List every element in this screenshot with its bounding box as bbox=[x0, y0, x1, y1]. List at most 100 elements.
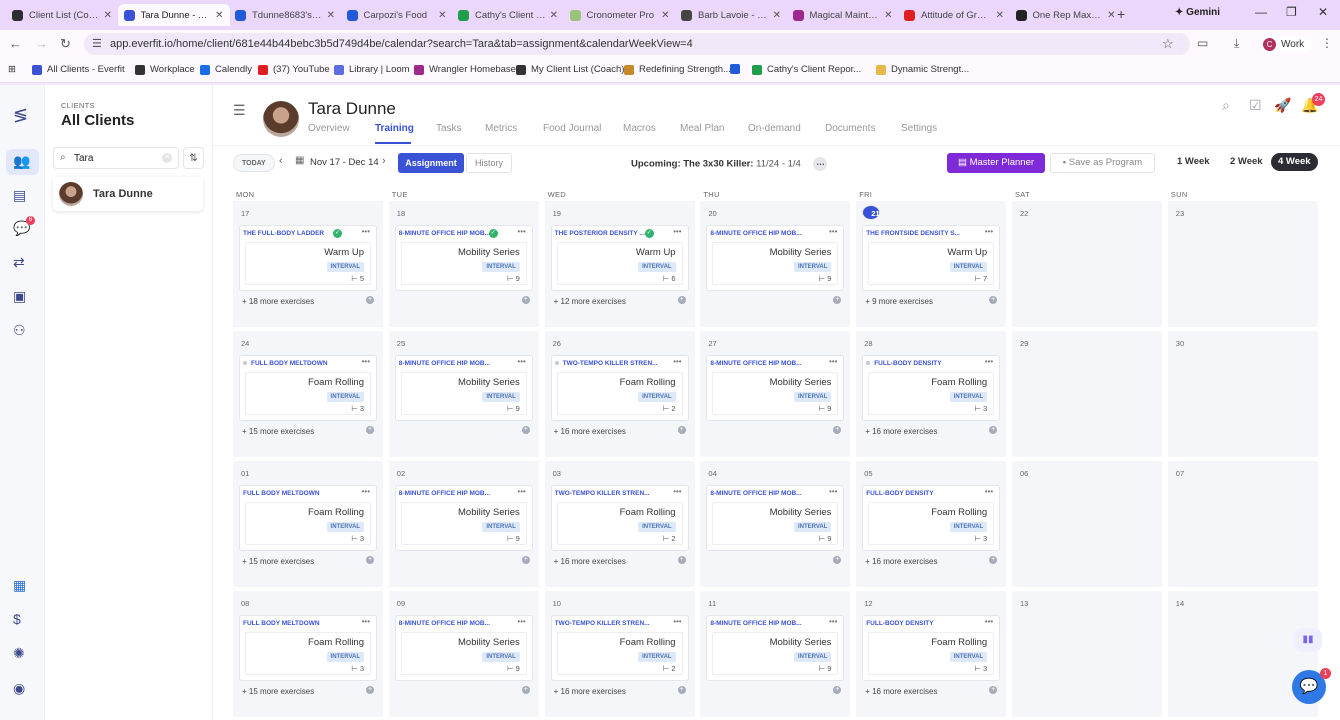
workout-section[interactable]: Warm Up INTERVAL ⊢ 7 bbox=[868, 242, 995, 285]
tab-tasks[interactable]: Tasks bbox=[436, 123, 462, 134]
integrations-icon[interactable]: ✺ bbox=[13, 645, 25, 662]
workout-card[interactable]: TWO-TEMPO KILLER STREN... ••• Foam Rolling… bbox=[550, 355, 689, 421]
more-exercises-link[interactable]: + 16 more exercises bbox=[865, 687, 937, 696]
minimize-icon[interactable]: — bbox=[1255, 5, 1267, 19]
more-options-icon[interactable]: ••• bbox=[517, 227, 525, 236]
more-exercises-link[interactable]: + 16 more exercises bbox=[554, 557, 626, 566]
client-search-input[interactable]: ⌕ Tara ✕ bbox=[53, 147, 179, 169]
day-cell[interactable]: 06 bbox=[1012, 461, 1162, 587]
more-options-icon[interactable]: ••• bbox=[829, 227, 837, 236]
more-exercises-link[interactable]: + 9 more exercises bbox=[865, 297, 933, 306]
workout-section[interactable]: Foam Rolling INTERVAL ⊢ 3 bbox=[868, 632, 995, 675]
bookmark-item[interactable]: Workplace bbox=[135, 64, 195, 75]
day-cell[interactable]: 28 FULL-BODY DENSITY ••• Foam Rolling INTERV… bbox=[856, 331, 1007, 457]
workout-section[interactable]: Mobility Series INTERVAL ⊢ 9 bbox=[712, 502, 839, 545]
close-tab-icon[interactable]: ✕ bbox=[104, 10, 112, 21]
day-cell[interactable]: 20 8-MINUTE OFFICE HIP MOB... ••• Mobility … bbox=[700, 201, 851, 327]
workout-card[interactable]: 8-MINUTE OFFICE HIP MOB... ••• Mobility Se… bbox=[706, 615, 845, 681]
more-options-icon[interactable]: ••• bbox=[673, 617, 681, 626]
more-options-icon[interactable]: ••• bbox=[829, 357, 837, 366]
apps-icon[interactable]: ⊞ bbox=[8, 64, 16, 75]
assignment-tab[interactable]: Assignment bbox=[398, 153, 464, 173]
day-cell[interactable]: 21 THE FRONTSIDE DENSITY S... ••• Warm Up IN… bbox=[856, 201, 1007, 327]
workout-section[interactable]: Mobility Series INTERVAL ⊢ 9 bbox=[712, 372, 839, 415]
clients-icon[interactable]: 👥 bbox=[13, 153, 30, 170]
browser-tab[interactable]: Magical Maintenance✕ bbox=[787, 4, 899, 26]
workout-section[interactable]: Mobility Series INTERVAL ⊢ 9 bbox=[712, 632, 839, 675]
workout-section[interactable]: Foam Rolling INTERVAL ⊢ 3 bbox=[245, 372, 371, 415]
bookmark-star-icon[interactable]: ☆ bbox=[1162, 36, 1174, 52]
workout-card[interactable]: 8-MINUTE OFFICE HIP MOB... ✓ ••• Mobility S… bbox=[394, 225, 533, 291]
save-as-program-button[interactable]: ▪ Save as Program bbox=[1050, 153, 1155, 173]
day-cell[interactable]: 13 bbox=[1012, 591, 1162, 717]
address-bar[interactable]: ☰ app.everfit.io/home/client/681e44b44be… bbox=[84, 33, 1190, 55]
add-workout-icon[interactable]: + bbox=[521, 296, 530, 304]
day-cell[interactable]: 26 TWO-TEMPO KILLER STREN... ••• Foam Rolli… bbox=[544, 331, 695, 457]
workout-section[interactable]: Foam Rolling INTERVAL ⊢ 3 bbox=[868, 372, 995, 415]
browser-tab[interactable]: Attitude of Gratitude ✕ bbox=[898, 4, 1010, 26]
week-view-option[interactable]: 4 Week bbox=[1271, 153, 1318, 171]
browser-tab[interactable]: Tara Dunne - Training✕ bbox=[117, 4, 230, 26]
week-view-option[interactable]: 1 Week bbox=[1170, 153, 1217, 171]
close-tab-icon[interactable]: ✕ bbox=[550, 10, 558, 21]
close-window-icon[interactable]: ✕ bbox=[1318, 5, 1328, 19]
bookmark-item[interactable]: (37) YouTube bbox=[258, 64, 330, 75]
workout-section[interactable]: Foam Rolling INTERVAL ⊢ 2 bbox=[556, 632, 683, 675]
browser-tab[interactable]: Client List (Coach) ✕ bbox=[6, 4, 118, 26]
browser-menu-icon[interactable]: ⋮ bbox=[1321, 36, 1333, 50]
workout-card[interactable]: 8-MINUTE OFFICE HIP MOB... ••• Mobility Se… bbox=[706, 485, 845, 551]
gemini-button[interactable]: ✦ Gemini bbox=[1175, 7, 1220, 18]
tab-training[interactable]: Training bbox=[375, 123, 414, 134]
team-icon[interactable]: ⚇ bbox=[13, 322, 26, 339]
master-planner-button[interactable]: ▤ Master Planner bbox=[947, 153, 1045, 173]
day-cell[interactable]: 29 bbox=[1012, 331, 1162, 457]
date-range[interactable]: Nov 17 - Dec 14 bbox=[310, 157, 379, 168]
workout-card[interactable]: FULL BODY MELTDOWN ••• Foam Rolling INTERVA… bbox=[239, 615, 377, 681]
close-tab-icon[interactable]: ✕ bbox=[884, 10, 892, 21]
forward-icon[interactable]: → bbox=[35, 36, 48, 51]
more-options-icon[interactable]: ••• bbox=[362, 487, 370, 496]
add-workout-icon[interactable]: + bbox=[677, 426, 686, 434]
more-exercises-link[interactable]: + 18 more exercises bbox=[242, 297, 314, 306]
day-cell[interactable]: 10 TWO-TEMPO KILLER STREN... ••• Foam Rolli… bbox=[544, 591, 695, 717]
tasks-icon[interactable]: ☑ bbox=[1249, 97, 1262, 114]
workout-card[interactable]: TWO-TEMPO KILLER STREN... ••• Foam Rolling… bbox=[550, 615, 689, 681]
day-cell[interactable]: 02 8-MINUTE OFFICE HIP MOB... ••• Mobility … bbox=[388, 461, 539, 587]
close-tab-icon[interactable]: ✕ bbox=[773, 10, 781, 21]
more-options-icon[interactable]: ••• bbox=[985, 227, 993, 236]
bookmark-item[interactable]: Cathy's Client Repor... bbox=[752, 64, 861, 75]
more-exercises-link[interactable]: + 16 more exercises bbox=[865, 557, 937, 566]
day-cell[interactable]: 04 8-MINUTE OFFICE HIP MOB... ••• Mobility … bbox=[700, 461, 851, 587]
close-tab-icon[interactable]: ✕ bbox=[1107, 10, 1115, 21]
more-exercises-link[interactable]: + 12 more exercises bbox=[554, 297, 626, 306]
more-options-icon[interactable]: ••• bbox=[829, 487, 837, 496]
workout-section[interactable]: Mobility Series INTERVAL ⊢ 9 bbox=[400, 372, 527, 415]
more-options-icon[interactable]: ••• bbox=[985, 617, 993, 626]
add-workout-icon[interactable]: + bbox=[833, 686, 842, 694]
tab-metrics[interactable]: Metrics bbox=[485, 123, 517, 134]
day-cell[interactable]: 07 bbox=[1167, 461, 1318, 587]
calendar-icon[interactable]: ▦ bbox=[13, 577, 26, 594]
rocket-icon[interactable]: 🚀 bbox=[1274, 97, 1291, 114]
logo-icon[interactable]: ≶ bbox=[13, 105, 28, 126]
day-cell[interactable]: 03 TWO-TEMPO KILLER STREN... ••• Foam Rolli… bbox=[544, 461, 695, 587]
more-options-icon[interactable]: ••• bbox=[517, 617, 525, 626]
add-workout-icon[interactable]: + bbox=[521, 556, 530, 564]
profile-icon[interactable]: ◉ bbox=[13, 680, 25, 697]
more-options-icon[interactable]: ••• bbox=[985, 487, 993, 496]
today-button[interactable]: TODAY bbox=[233, 154, 275, 172]
more-options-icon[interactable]: ••• bbox=[985, 357, 993, 366]
add-workout-icon[interactable]: + bbox=[989, 556, 998, 564]
cast-icon[interactable]: ▭ bbox=[1197, 36, 1208, 50]
tab-documents[interactable]: Documents bbox=[825, 123, 876, 134]
day-cell[interactable]: 01 FULL BODY MELTDOWN ••• Foam Rolling INTER… bbox=[233, 461, 383, 587]
upcoming-more-icon[interactable]: … bbox=[813, 157, 828, 171]
more-options-icon[interactable]: ••• bbox=[517, 487, 525, 496]
bookmark-item[interactable]: Library | Loom bbox=[334, 64, 410, 75]
voice-assistant-icon[interactable]: ▮▮ bbox=[1294, 628, 1322, 652]
add-workout-icon[interactable]: + bbox=[677, 686, 686, 694]
more-exercises-link[interactable]: + 16 more exercises bbox=[865, 427, 937, 436]
previous-icon[interactable]: ‹ bbox=[279, 155, 283, 167]
add-workout-icon[interactable]: + bbox=[833, 296, 842, 304]
day-cell[interactable]: 19 THE POSTERIOR DENSITY ... ✓ ••• Warm Up IN… bbox=[544, 201, 695, 327]
